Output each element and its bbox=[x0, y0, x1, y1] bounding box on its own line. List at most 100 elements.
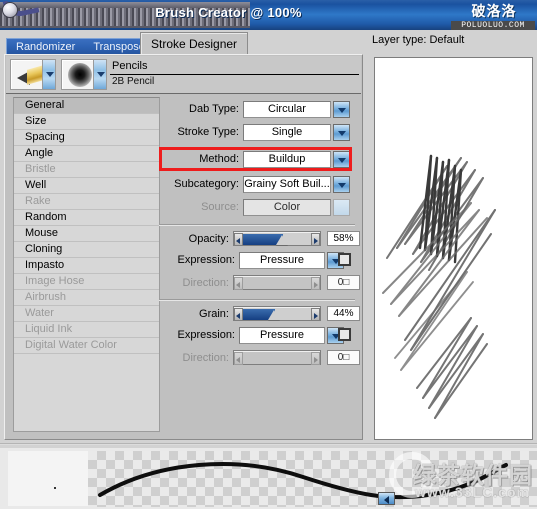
opacity-direction-value: 0□ bbox=[327, 275, 360, 290]
row-stroke-type: Stroke Type: Single bbox=[163, 124, 360, 143]
dab-preview-icon bbox=[68, 63, 92, 87]
chevron-down-icon[interactable] bbox=[93, 60, 106, 89]
category-item-water: Water bbox=[14, 306, 159, 322]
category-item-general[interactable]: General bbox=[14, 98, 159, 114]
grain-direction-right-arrow bbox=[311, 352, 320, 365]
opacity-direction-slider bbox=[233, 275, 321, 290]
stroke-type-chevron-down-icon[interactable] bbox=[333, 124, 350, 141]
opacity-slider-thumb[interactable] bbox=[276, 235, 288, 245]
opacity-slider-left-arrow[interactable] bbox=[234, 233, 243, 246]
row-method: Method: Buildup bbox=[163, 151, 360, 170]
tab-randomizer[interactable]: Randomizer bbox=[7, 40, 84, 55]
row-opacity-expression: Expression: Pressure bbox=[163, 252, 360, 271]
pencil-icon bbox=[15, 65, 45, 85]
method-value[interactable]: Buildup bbox=[243, 151, 331, 168]
category-item-well[interactable]: Well bbox=[14, 178, 159, 194]
grain-direction-slider bbox=[233, 350, 321, 365]
brush-category-label: Pencils bbox=[112, 60, 148, 72]
opacity-expression-value[interactable]: Pressure bbox=[239, 252, 325, 269]
grain-expression-value[interactable]: Pressure bbox=[239, 327, 325, 344]
row-source: Source: Color bbox=[163, 199, 360, 218]
dab-type-label: Dab Type: bbox=[189, 103, 239, 115]
category-item-mouse[interactable]: Mouse bbox=[14, 226, 159, 242]
scribble-artwork bbox=[382, 154, 496, 419]
category-item-size[interactable]: Size bbox=[14, 114, 159, 130]
opacity-slider-right-arrow[interactable] bbox=[311, 233, 320, 246]
divider bbox=[159, 224, 355, 226]
dab-dot bbox=[54, 487, 56, 489]
opacity-direction-label: Direction: bbox=[182, 277, 229, 289]
stroke-designer-panel: Pencils 2B Pencil General Size Spacing A… bbox=[4, 54, 363, 440]
stroke-preview-swatch bbox=[8, 451, 88, 506]
opacity-label: Opacity: bbox=[188, 233, 229, 245]
dab-type-chevron-down-icon[interactable] bbox=[333, 101, 350, 118]
stroke-type-label: Stroke Type: bbox=[177, 126, 239, 138]
grain-direction-label: Direction: bbox=[182, 352, 229, 364]
grain-invert-checkbox[interactable] bbox=[338, 328, 351, 341]
grain-label: Grain: bbox=[199, 308, 229, 320]
method-chevron-down-icon[interactable] bbox=[333, 151, 350, 168]
watermark-top-logo: 破洛洛 bbox=[471, 3, 517, 19]
category-item-spacing[interactable]: Spacing bbox=[14, 130, 159, 146]
source-label: Source: bbox=[201, 201, 239, 213]
category-item-impasto[interactable]: Impasto bbox=[14, 258, 159, 274]
grain-slider-left-arrow[interactable] bbox=[234, 308, 243, 321]
opacity-expression-label: Expression: bbox=[177, 254, 235, 266]
subcategory-value[interactable]: Grainy Soft Buil... bbox=[243, 176, 331, 193]
stroke-preview-bar bbox=[0, 448, 537, 509]
general-settings-controls: Dab Type: Circular Stroke Type: Single M… bbox=[159, 97, 360, 432]
grain-expression-label: Expression: bbox=[177, 329, 235, 341]
row-subcategory: Subcategory: Grainy Soft Buil... bbox=[163, 176, 360, 195]
category-item-cloning[interactable]: Cloning bbox=[14, 242, 159, 258]
subcategory-chevron-down-icon[interactable] bbox=[333, 176, 350, 193]
method-label: Method: bbox=[199, 153, 239, 165]
tab-group-inactive: Randomizer Transposer bbox=[6, 38, 159, 55]
row-dab-type: Dab Type: Circular bbox=[163, 101, 360, 120]
category-item-random[interactable]: Random bbox=[14, 210, 159, 226]
opacity-direction-right-arrow bbox=[311, 277, 320, 290]
divider bbox=[159, 299, 355, 301]
row-grain-direction: Direction: 0□ bbox=[163, 350, 360, 367]
opacity-value[interactable]: 58% bbox=[327, 231, 360, 246]
opacity-invert-checkbox[interactable] bbox=[338, 253, 351, 266]
grain-slider[interactable] bbox=[233, 306, 321, 321]
opacity-direction-left-arrow bbox=[234, 277, 243, 290]
tab-stroke-designer[interactable]: Stroke Designer bbox=[140, 32, 249, 55]
brush-header-bar: Pencils 2B Pencil bbox=[6, 56, 361, 94]
scroll-left-button[interactable] bbox=[378, 492, 395, 505]
source-value: Color bbox=[243, 199, 331, 216]
property-category-list[interactable]: General Size Spacing Angle Bristle Well … bbox=[13, 97, 160, 432]
layer-type-label: Layer type: Default bbox=[372, 34, 465, 46]
tab-strip: Randomizer Transposer Stroke Designer bbox=[0, 30, 360, 55]
category-item-airbrush: Airbrush bbox=[14, 290, 159, 306]
dab-preview-picker[interactable] bbox=[61, 59, 107, 90]
category-item-angle[interactable]: Angle bbox=[14, 146, 159, 162]
category-item-rake: Rake bbox=[14, 194, 159, 210]
divider bbox=[110, 74, 359, 75]
brush-variant-label: 2B Pencil bbox=[112, 76, 155, 87]
category-item-digital-water-color: Digital Water Color bbox=[14, 338, 159, 354]
grain-direction-value: 0□ bbox=[327, 350, 360, 365]
grain-slider-thumb[interactable] bbox=[268, 310, 280, 320]
dab-type-value[interactable]: Circular bbox=[243, 101, 331, 118]
scratch-pad-canvas[interactable] bbox=[374, 57, 533, 440]
row-opacity: Opacity: 58% bbox=[163, 231, 360, 248]
category-item-bristle: Bristle bbox=[14, 162, 159, 178]
category-item-liquid-ink: Liquid Ink bbox=[14, 322, 159, 338]
chevron-down-icon[interactable] bbox=[42, 60, 55, 89]
title-bar[interactable]: Brush Creator @ 100% 破洛洛 POLUOLUO.COM bbox=[0, 0, 537, 30]
divider bbox=[0, 443, 537, 445]
row-opacity-direction: Direction: 0□ bbox=[163, 275, 360, 292]
category-item-image-hose: Image Hose bbox=[14, 274, 159, 290]
brush-variant-picker[interactable] bbox=[10, 59, 56, 90]
watermark-top-url: POLUOLUO.COM bbox=[451, 21, 535, 30]
brush-creator-window: Brush Creator @ 100% 破洛洛 POLUOLUO.COM Ra… bbox=[0, 0, 537, 509]
sample-stroke bbox=[98, 462, 508, 500]
source-chevron-down-icon bbox=[333, 199, 350, 216]
grain-slider-right-arrow[interactable] bbox=[311, 308, 320, 321]
subcategory-label: Subcategory: bbox=[174, 178, 239, 190]
grain-direction-left-arrow bbox=[234, 352, 243, 365]
stroke-type-value[interactable]: Single bbox=[243, 124, 331, 141]
grain-value[interactable]: 44% bbox=[327, 306, 360, 321]
opacity-slider[interactable] bbox=[233, 231, 321, 246]
